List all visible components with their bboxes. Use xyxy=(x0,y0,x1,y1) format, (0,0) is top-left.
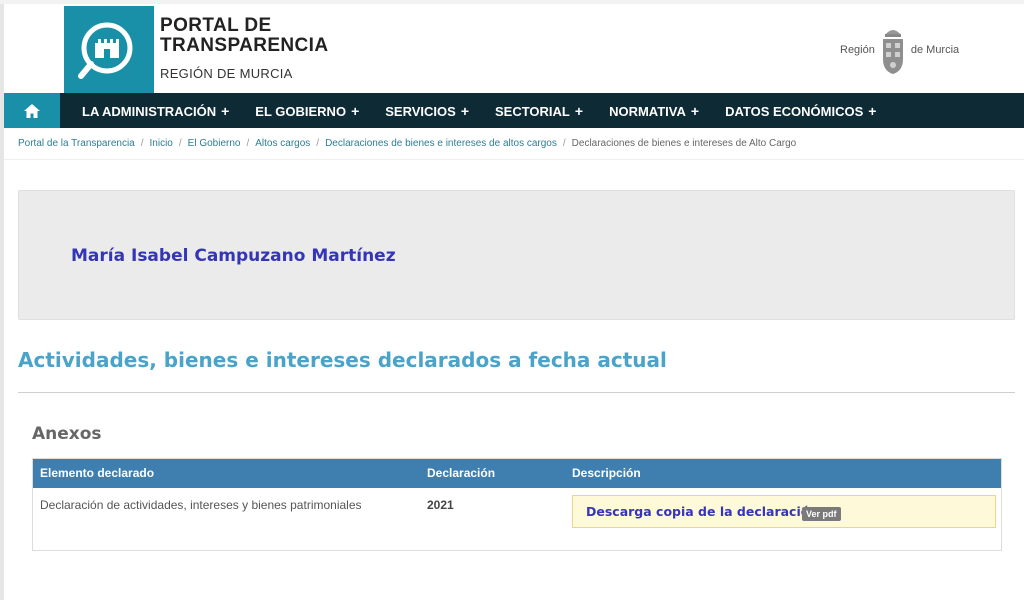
nav-item-gobierno[interactable]: EL GOBIERNO + xyxy=(255,103,359,119)
download-box: Descarga copia de la declaración Ver pdf xyxy=(572,495,996,528)
breadcrumb-separator: / xyxy=(562,138,566,149)
plus-icon: + xyxy=(460,102,469,119)
section-divider xyxy=(18,392,1015,393)
portal-title-line1: PORTAL DE xyxy=(160,15,272,36)
home-button[interactable] xyxy=(4,93,60,128)
person-name: María Isabel Campuzano Martínez xyxy=(71,246,396,266)
nav-item-label: NORMATIVA xyxy=(609,103,686,119)
region-label-right: de Murcia xyxy=(910,44,960,56)
site-header: PORTAL DE TRANSPARENCIA REGIÓN DE MURCIA… xyxy=(4,4,1024,93)
portal-title-line2: TRANSPARENCIA xyxy=(160,35,329,56)
column-header-declaracion: Declaración xyxy=(427,466,496,480)
nav-item-administracion[interactable]: LA ADMINISTRACIÓN + xyxy=(82,103,229,119)
home-icon xyxy=(24,103,40,118)
nav-item-label: DATOS ECONÓMICOS xyxy=(725,103,864,119)
download-declaration-link[interactable]: Descarga copia de la declaración xyxy=(586,504,818,519)
plus-icon: + xyxy=(351,102,360,119)
breadcrumb-current: Declaraciones de bienes e intereses de A… xyxy=(571,138,797,149)
coat-of-arms-icon xyxy=(882,30,903,74)
plus-icon: + xyxy=(690,102,700,119)
breadcrumb-separator: / xyxy=(178,138,182,149)
person-card: María Isabel Campuzano Martínez xyxy=(18,190,1015,320)
nav-item-servicios[interactable]: SERVICIOS + xyxy=(385,103,469,119)
nav-item-label: LA ADMINISTRACIÓN xyxy=(82,103,217,119)
nav-menu: LA ADMINISTRACIÓN + EL GOBIERNO + SERVICIO… xyxy=(60,103,902,119)
cell-element: Declaración de actividades, intereses y … xyxy=(40,498,362,512)
main-navbar: LA ADMINISTRACIÓN + EL GOBIERNO + SERVICIO… xyxy=(4,93,1024,128)
plus-icon: + xyxy=(221,102,230,119)
region-label-left: Región xyxy=(840,44,875,56)
annex-table: Elemento declarado Declaración Descripci… xyxy=(32,458,1002,551)
region-murcia-logo[interactable]: Región de Murcia xyxy=(840,24,959,76)
breadcrumb-link-gobierno[interactable]: El Gobierno xyxy=(188,138,241,149)
breadcrumb-link-portal[interactable]: Portal de la Transparencia xyxy=(18,138,135,149)
annex-title: Anexos xyxy=(32,424,102,444)
nav-item-sectorial[interactable]: SECTORIAL + xyxy=(495,103,583,119)
breadcrumb-link-inicio[interactable]: Inicio xyxy=(150,138,173,149)
breadcrumb-link-altos-cargos[interactable]: Altos cargos xyxy=(255,138,310,149)
portal-subtitle: REGIÓN DE MURCIA xyxy=(160,66,293,81)
nav-item-normativa[interactable]: NORMATIVA + xyxy=(609,103,699,119)
breadcrumb-separator: / xyxy=(316,138,320,149)
plus-icon: + xyxy=(868,102,877,119)
magnifier-castle-icon xyxy=(78,22,133,79)
nav-item-label: SECTORIAL xyxy=(495,103,570,119)
portal-logo[interactable] xyxy=(64,6,154,93)
nav-item-label: EL GOBIERNO xyxy=(255,103,347,119)
breadcrumb: Portal de la Transparencia / Inicio / El Gob… xyxy=(18,138,796,149)
view-pdf-badge[interactable]: Ver pdf xyxy=(802,507,841,521)
nav-item-datos-economicos[interactable]: DATOS ECONÓMICOS + xyxy=(725,103,876,119)
plus-icon: + xyxy=(574,102,584,119)
column-header-descripcion: Descripción xyxy=(572,466,641,480)
breadcrumb-link-declaraciones[interactable]: Declaraciones de bienes e intereses de a… xyxy=(325,138,557,149)
breadcrumb-separator: / xyxy=(140,138,144,149)
portal-title: PORTAL DE TRANSPARENCIA xyxy=(160,16,328,56)
column-header-elemento: Elemento declarado xyxy=(40,466,155,480)
cell-year: 2021 xyxy=(427,498,454,512)
section-heading: Actividades, bienes e intereses declarad… xyxy=(18,348,667,372)
breadcrumb-divider xyxy=(4,159,1024,160)
table-header: Elemento declarado Declaración Descripci… xyxy=(33,459,1001,488)
breadcrumb-separator: / xyxy=(246,138,250,149)
nav-item-label: SERVICIOS xyxy=(385,103,456,119)
